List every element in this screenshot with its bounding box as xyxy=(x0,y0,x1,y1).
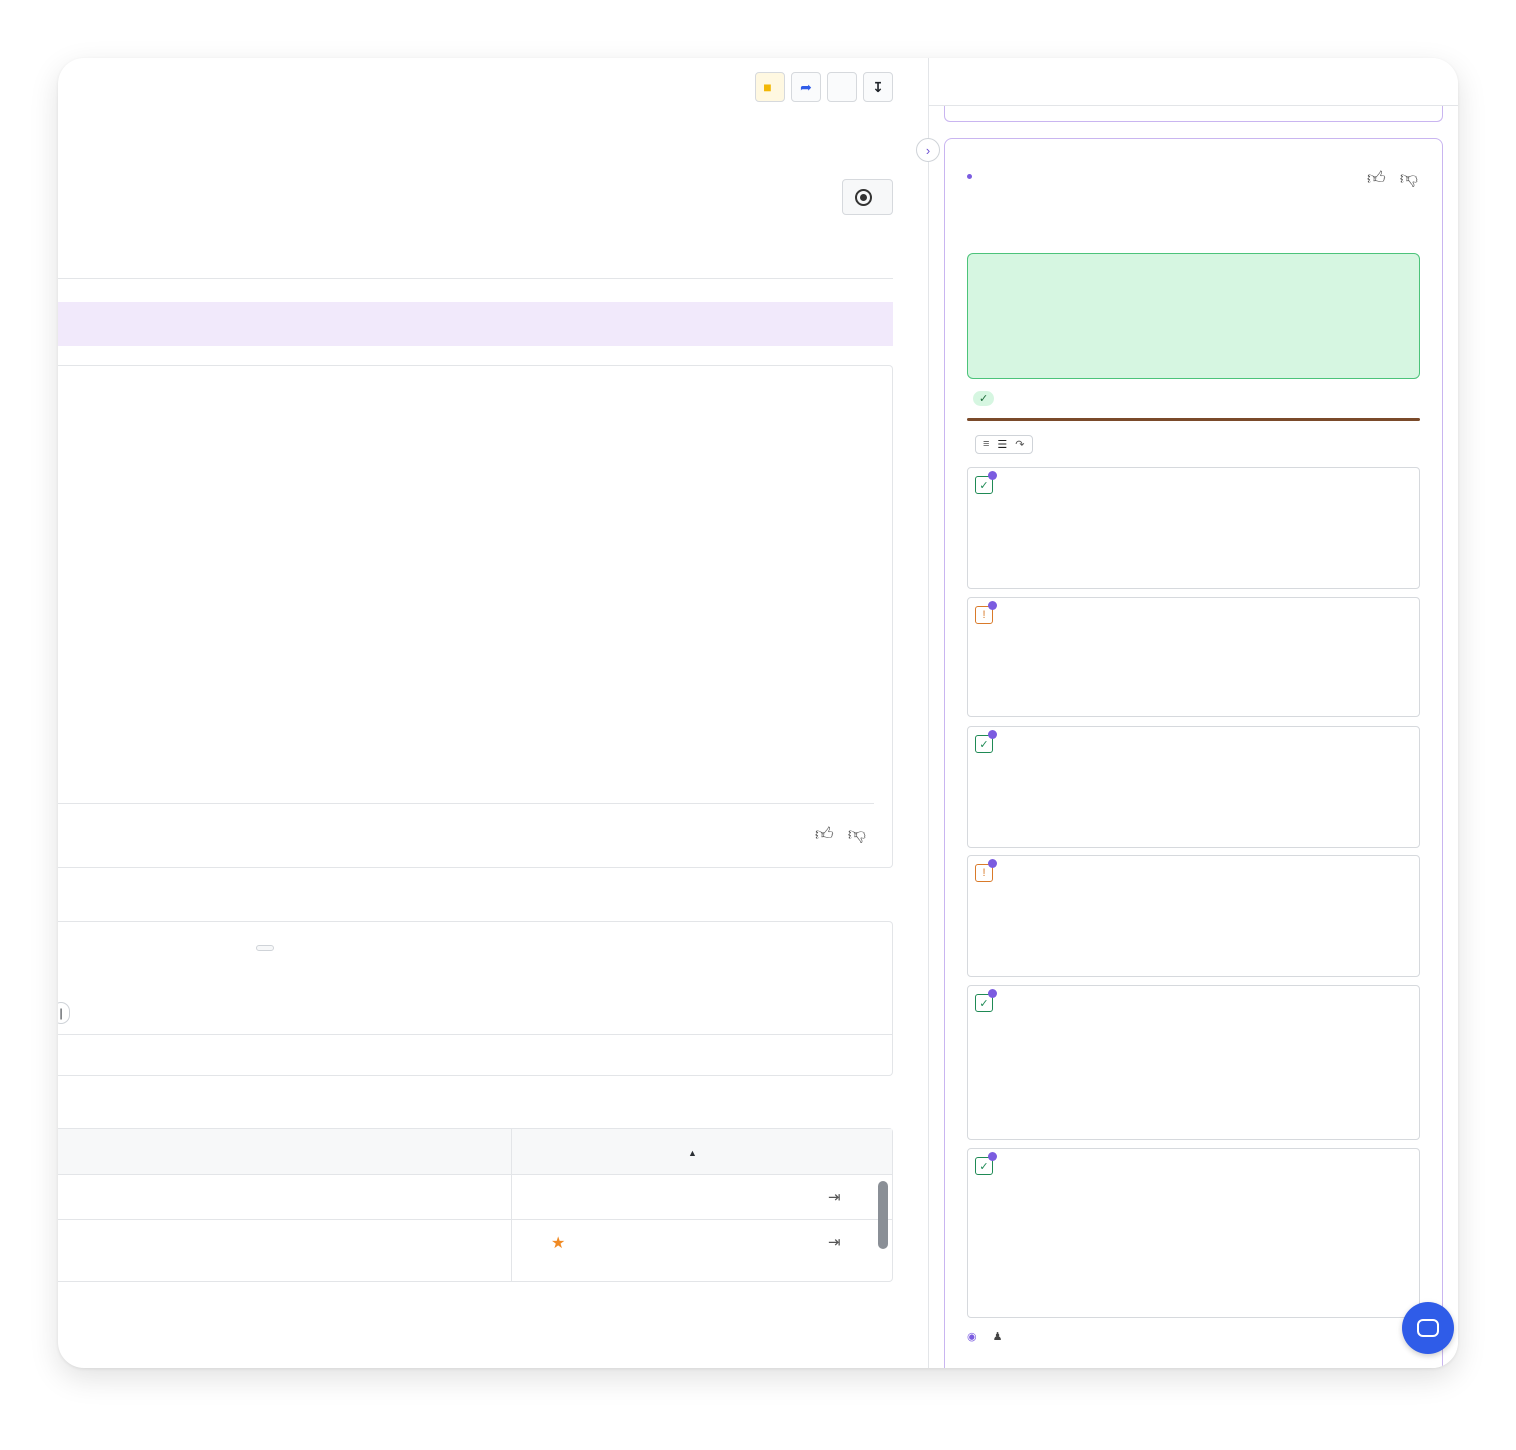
step-card-1-4[interactable]: ! xyxy=(967,855,1420,977)
col-change[interactable]: ▲ xyxy=(688,1143,697,1160)
step-card-1-2[interactable]: ! xyxy=(967,597,1420,717)
incident-detail-pane: ■ ➦ ↧ 👍︎ 👎︎ | ▲ ⇥ ★ ⇥ xyxy=(58,58,928,1368)
alerts-table: ▲ ⇥ ★ ⇥ xyxy=(58,1128,893,1282)
download-icon: ↧ xyxy=(872,78,884,95)
shares-button[interactable]: ➦ xyxy=(791,72,821,102)
open-alert-icon[interactable]: ⇥ xyxy=(828,1188,841,1206)
complete-badge: ✓ xyxy=(973,391,995,406)
ai-overview-panel: 👍︎ 👎︎ ✓ ≡ ☰ ↷ ✓ ! ✓ ! ✓ ✓ ◉ ♟ xyxy=(928,58,1458,1368)
view-flow-tab[interactable]: ↷ xyxy=(1015,438,1024,451)
app-frame: ■ ➦ ↧ 👍︎ 👎︎ | ▲ ⇥ ★ ⇥ › 👍︎ 👎︎ ✓ ≡ ☰ ↷ ✓ … xyxy=(58,58,1458,1368)
fields-divider xyxy=(58,1034,892,1035)
step-card-2[interactable]: ✓ xyxy=(967,985,1420,1140)
progress-summary: ✓ xyxy=(967,391,1420,406)
sort-ascending-icon: ▲ xyxy=(688,1148,697,1158)
download-button[interactable]: ↧ xyxy=(863,72,893,102)
timeline-button[interactable] xyxy=(842,179,893,215)
notice-banner xyxy=(58,302,893,346)
chat-launcher-button[interactable] xyxy=(1402,1302,1454,1354)
l1-agent-badge-icon xyxy=(988,601,997,610)
summary-feedback: 👍︎ 👎︎ xyxy=(815,823,866,845)
human-operator-icon: ♟ xyxy=(992,1331,1003,1343)
runbook-feedback: 👍︎ 👎︎ xyxy=(1367,167,1418,189)
table-row[interactable]: ⇥ xyxy=(58,1175,892,1220)
table-header: ▲ xyxy=(58,1129,892,1175)
primary-star-icon[interactable]: ★ xyxy=(551,1233,565,1253)
view-tree-tab[interactable]: ≡ xyxy=(983,438,989,451)
ai-summary-card: 👍︎ 👎︎ xyxy=(58,365,893,868)
status-pill-partial: | xyxy=(58,1002,70,1024)
thumbs-down-icon[interactable]: 👎︎ xyxy=(848,823,866,845)
step-card-1-1[interactable]: ✓ xyxy=(967,467,1420,589)
step-card-1-3[interactable]: ✓ xyxy=(967,726,1420,848)
l1-agent-badge-icon xyxy=(988,471,997,480)
summary-divider xyxy=(58,803,874,804)
steps-legend: ◉ ♟ xyxy=(967,1330,1010,1343)
recommendation-box xyxy=(967,253,1420,379)
view-list-tab[interactable]: ☰ xyxy=(997,438,1007,451)
l1-agent-badge-icon xyxy=(988,730,997,739)
runbook-section-title xyxy=(967,167,977,184)
thumbs-down-icon[interactable]: 👎︎ xyxy=(1400,167,1418,189)
collapse-panel-chevron-icon[interactable]: › xyxy=(916,138,940,162)
l1-agent-badge-icon xyxy=(988,1152,997,1161)
chat-bubble-icon xyxy=(1417,1319,1439,1337)
table-row[interactable]: ★ ⇥ xyxy=(58,1220,892,1265)
header-divider xyxy=(58,278,893,279)
ai-overview-title xyxy=(929,58,1458,106)
l1-agent-badge-icon xyxy=(988,989,997,998)
timeline-icon xyxy=(855,188,872,206)
thumbs-up-icon[interactable]: 👍︎ xyxy=(1367,167,1386,189)
assignment-group-value[interactable] xyxy=(256,945,274,951)
ticket-fields-card: | xyxy=(58,921,893,1076)
shares-count xyxy=(827,72,857,102)
share-icon: ➦ xyxy=(800,78,812,95)
open-alert-icon[interactable]: ⇥ xyxy=(828,1233,841,1251)
progress-bar xyxy=(967,418,1420,421)
comments-button[interactable]: ■ xyxy=(755,72,785,102)
steps-header: ≡ ☰ ↷ xyxy=(967,435,1033,454)
table-scrollbar[interactable] xyxy=(878,1181,888,1249)
runbook-execution-card: 👍︎ 👎︎ ✓ ≡ ☰ ↷ ✓ ! ✓ ! ✓ ✓ ◉ ♟ xyxy=(944,138,1443,1368)
comment-icon: ■ xyxy=(763,79,772,95)
l1-agent-badge-icon xyxy=(988,859,997,868)
thumbs-up-icon[interactable]: 👍︎ xyxy=(815,823,834,845)
steps-view-toggle: ≡ ☰ ↷ xyxy=(975,435,1033,454)
l1-agent-legend-icon: ◉ xyxy=(967,1331,977,1343)
previous-card-edge xyxy=(944,106,1443,122)
header-actions: ■ ➦ ↧ xyxy=(755,72,893,102)
step-card-3[interactable]: ✓ xyxy=(967,1148,1420,1318)
